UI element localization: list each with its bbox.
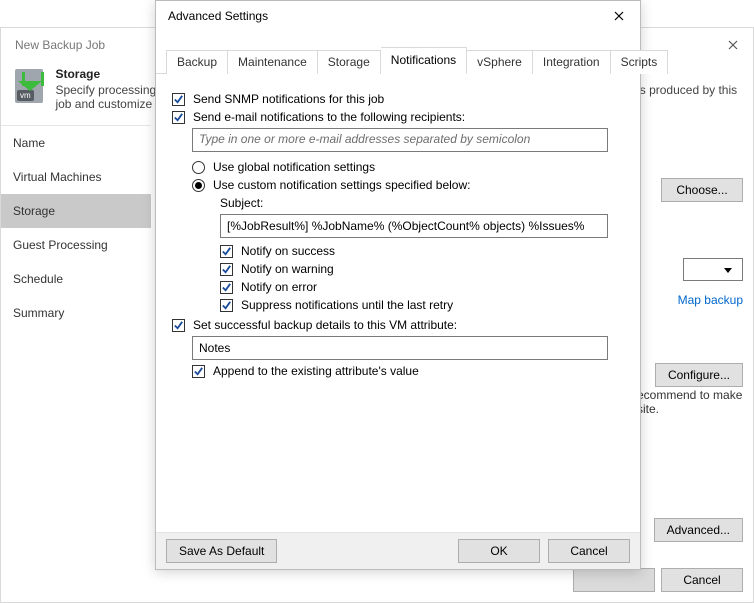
right-controls: Choose... Map backup Configure... (661, 178, 743, 387)
recommend-text: recommend to make -site. (633, 388, 743, 416)
tab-scripts[interactable]: Scripts (611, 50, 669, 74)
tabs: Backup Maintenance Storage Notifications… (156, 31, 640, 74)
subject-input[interactable] (220, 214, 608, 238)
notify-warning-label: Notify on warning (241, 262, 334, 276)
tab-vsphere[interactable]: vSphere (467, 50, 533, 74)
advanced-settings-dialog: Advanced Settings Backup Maintenance Sto… (155, 0, 641, 570)
set-vm-attribute-checkbox[interactable] (172, 319, 185, 332)
subject-label: Subject: (220, 196, 263, 210)
notify-error-checkbox[interactable] (220, 281, 233, 294)
vm-badge: vm (17, 90, 34, 101)
notify-success-checkbox[interactable] (220, 245, 233, 258)
nav-item-summary[interactable]: Summary (1, 296, 151, 330)
modal-title: Advanced Settings (168, 9, 268, 23)
wizard-nav: Name Virtual Machines Storage Guest Proc… (1, 125, 151, 330)
snmp-label: Send SNMP notifications for this job (193, 92, 384, 106)
email-placeholder: Type in one or more e-mail addresses sep… (199, 132, 530, 146)
use-custom-label: Use custom notification settings specifi… (213, 178, 470, 192)
outer-window-title: New Backup Job (15, 38, 105, 52)
use-global-radio[interactable] (192, 161, 205, 174)
email-label: Send e-mail notifications to the followi… (193, 110, 465, 124)
choose-button[interactable]: Choose... (661, 178, 743, 202)
repository-dropdown[interactable] (683, 258, 743, 281)
suppress-checkbox[interactable] (220, 299, 233, 312)
notify-error-label: Notify on error (241, 280, 317, 294)
notify-success-label: Notify on success (241, 244, 335, 258)
storage-icon: vm (15, 69, 43, 103)
close-icon[interactable] (713, 28, 753, 61)
suppress-label: Suppress notifications until the last re… (241, 298, 453, 312)
notify-warning-checkbox[interactable] (220, 263, 233, 276)
modal-footer: Save As Default OK Cancel (156, 532, 640, 569)
nav-item-guest-processing[interactable]: Guest Processing (1, 228, 151, 262)
tab-maintenance[interactable]: Maintenance (228, 50, 318, 74)
save-as-default-button[interactable]: Save As Default (166, 539, 277, 563)
tab-notifications[interactable]: Notifications (381, 47, 467, 74)
snmp-checkbox[interactable] (172, 93, 185, 106)
tab-backup[interactable]: Backup (166, 50, 228, 74)
tab-storage[interactable]: Storage (318, 50, 381, 74)
close-icon[interactable] (598, 1, 640, 31)
nav-item-name[interactable]: Name (1, 126, 151, 160)
nav-item-schedule[interactable]: Schedule (1, 262, 151, 296)
nav-item-virtual-machines[interactable]: Virtual Machines (1, 160, 151, 194)
cancel-button[interactable]: Cancel (661, 568, 743, 592)
email-checkbox[interactable] (172, 111, 185, 124)
map-backup-link[interactable]: Map backup (678, 293, 743, 307)
use-global-label: Use global notification settings (213, 160, 375, 174)
ok-button[interactable]: OK (458, 539, 540, 563)
outer-footer: Cancel (573, 568, 743, 592)
append-checkbox[interactable] (192, 365, 205, 378)
modal-titlebar: Advanced Settings (156, 1, 640, 31)
cancel-button[interactable]: Cancel (548, 539, 630, 563)
configure-button[interactable]: Configure... (655, 363, 743, 387)
nav-item-storage[interactable]: Storage (1, 194, 151, 228)
advanced-button-wrap: Advanced... (654, 518, 743, 542)
set-vm-attribute-label: Set successful backup details to this VM… (193, 318, 457, 332)
use-custom-radio[interactable] (192, 179, 205, 192)
append-label: Append to the existing attribute's value (213, 364, 419, 378)
email-recipients-input[interactable]: Type in one or more e-mail addresses sep… (192, 128, 608, 152)
advanced-button[interactable]: Advanced... (654, 518, 743, 542)
notifications-panel: Send SNMP notifications for this job Sen… (156, 74, 640, 532)
finish-button[interactable] (573, 568, 655, 592)
vm-attribute-input[interactable] (192, 336, 608, 360)
tab-integration[interactable]: Integration (533, 50, 611, 74)
